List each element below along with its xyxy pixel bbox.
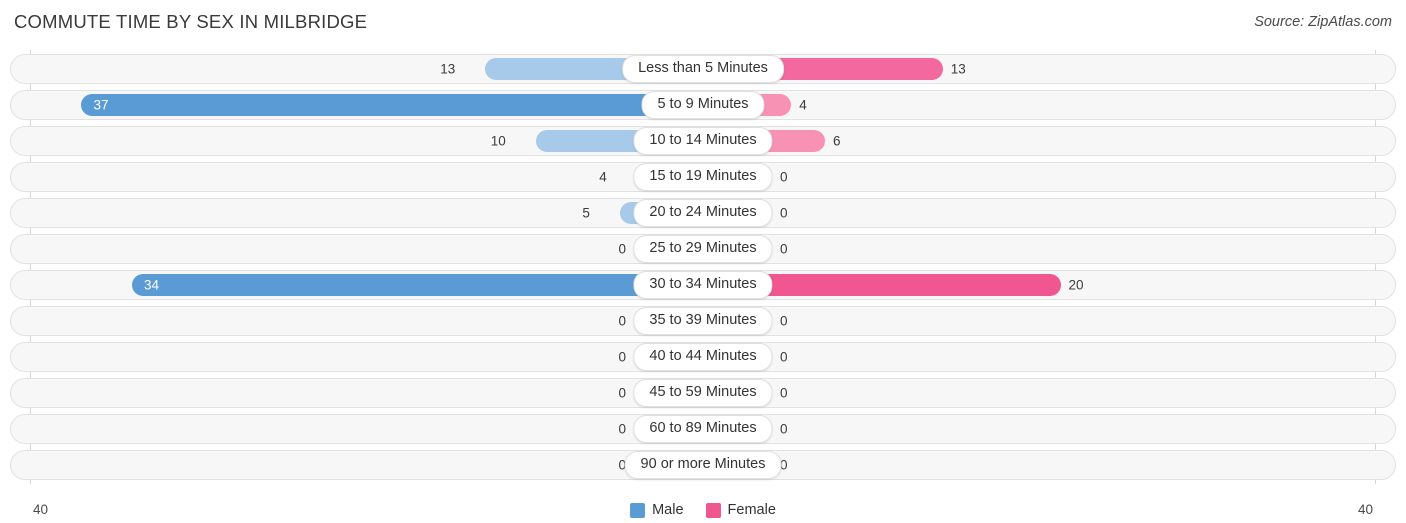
legend-male[interactable]: Male: [630, 502, 684, 518]
bar-male: [81, 94, 704, 116]
row-content: 0 0 25 to 29 Minutes: [11, 235, 1395, 263]
category-label: Less than 5 Minutes: [622, 55, 784, 83]
category-label: 35 to 39 Minutes: [633, 307, 773, 335]
bar-value-female: 0: [780, 385, 788, 401]
table-row: 5 0 20 to 24 Minutes: [10, 198, 1396, 228]
category-label: 30 to 34 Minutes: [633, 271, 773, 299]
row-content: 0 0 35 to 39 Minutes: [11, 307, 1395, 335]
row-content: 5 0 20 to 24 Minutes: [11, 199, 1395, 227]
bar-value-male: 0: [618, 421, 626, 437]
bar-value-female: 13: [950, 61, 966, 77]
bar-value-male: 34: [143, 277, 159, 293]
table-row: 0 0 40 to 44 Minutes: [10, 342, 1396, 372]
table-row: 0 0 35 to 39 Minutes: [10, 306, 1396, 336]
chart-container: COMMUTE TIME BY SEX IN MILBRIDGE Source:…: [0, 0, 1406, 523]
category-label: 40 to 44 Minutes: [633, 343, 773, 371]
legend-swatch-icon: [705, 502, 721, 518]
bar-female: [724, 274, 1061, 296]
bar-value-female: 0: [780, 205, 788, 221]
bar-value-male: 4: [599, 169, 607, 185]
legend-label: Female: [727, 502, 776, 518]
category-label: 60 to 89 Minutes: [633, 415, 773, 443]
row-content: 4 0 15 to 19 Minutes: [11, 163, 1395, 191]
table-row: 37 4 5 to 9 Minutes: [10, 90, 1396, 120]
row-content: 0 0 60 to 89 Minutes: [11, 415, 1395, 443]
legend-label: Male: [652, 502, 684, 518]
row-content: 0 0 90 or more Minutes: [11, 451, 1395, 479]
row-content: 10 6 10 to 14 Minutes: [11, 127, 1395, 155]
bar-value-male: 13: [440, 61, 456, 77]
bar-value-female: 0: [780, 421, 788, 437]
legend-female[interactable]: Female: [705, 502, 776, 518]
legend-swatch-icon: [630, 502, 646, 518]
chart-legend: Male Female: [0, 502, 1406, 518]
bar-value-male: 0: [618, 241, 626, 257]
table-row: 0 0 60 to 89 Minutes: [10, 414, 1396, 444]
bar-value-female: 0: [780, 169, 788, 185]
bar-value-female: 0: [780, 349, 788, 365]
row-content: 0 0 40 to 44 Minutes: [11, 343, 1395, 371]
bar-value-male: 0: [618, 349, 626, 365]
bar-value-female: 0: [780, 313, 788, 329]
category-label: 90 or more Minutes: [624, 451, 782, 479]
category-label: 45 to 59 Minutes: [633, 379, 773, 407]
category-label: 5 to 9 Minutes: [641, 91, 765, 119]
bar-value-male: 0: [618, 313, 626, 329]
row-content: 13 13 Less than 5 Minutes: [11, 55, 1395, 83]
page-title: COMMUTE TIME BY SEX IN MILBRIDGE: [14, 11, 368, 32]
table-row: 13 13 Less than 5 Minutes: [10, 54, 1396, 84]
table-row: 0 0 90 or more Minutes: [10, 450, 1396, 480]
table-row: 10 6 10 to 14 Minutes: [10, 126, 1396, 156]
category-label: 20 to 24 Minutes: [633, 199, 773, 227]
bar-value-male: 0: [618, 385, 626, 401]
bar-value-male: 5: [582, 205, 590, 221]
bar-value-male: 37: [93, 97, 109, 113]
bar-value-female: 20: [1068, 277, 1084, 293]
bar-value-male: 10: [490, 133, 506, 149]
row-content: 34 20 30 to 34 Minutes: [11, 271, 1395, 299]
source-attribution: Source: ZipAtlas.com: [1254, 14, 1392, 30]
category-label: 25 to 29 Minutes: [633, 235, 773, 263]
bar-value-female: 0: [780, 241, 788, 257]
bar-value-female: 4: [799, 97, 807, 113]
row-content: 0 0 45 to 59 Minutes: [11, 379, 1395, 407]
table-row: 0 0 45 to 59 Minutes: [10, 378, 1396, 408]
row-content: 37 4 5 to 9 Minutes: [11, 91, 1395, 119]
table-row: 4 0 15 to 19 Minutes: [10, 162, 1396, 192]
table-row: 0 0 25 to 29 Minutes: [10, 234, 1396, 264]
table-row: 34 20 30 to 34 Minutes: [10, 270, 1396, 300]
category-label: 10 to 14 Minutes: [633, 127, 773, 155]
category-label: 15 to 19 Minutes: [633, 163, 773, 191]
bar-male: [131, 274, 704, 296]
bar-value-female: 6: [832, 133, 841, 149]
plot-area: 13 13 Less than 5 Minutes 37 4 5 to 9 Minutes…: [0, 50, 1406, 484]
